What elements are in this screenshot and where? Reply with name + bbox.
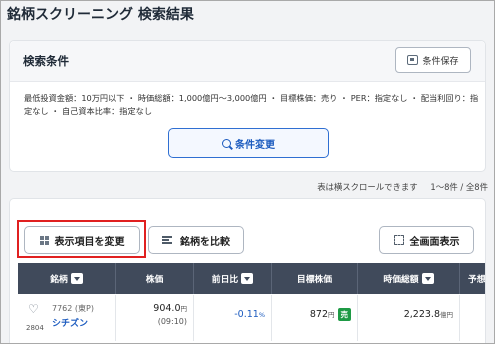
change-conditions-label: 条件変更 [235, 139, 275, 151]
stock-cell: ♡ 7762 (東P) シチズン 2804 [18, 295, 116, 341]
scroll-hint: 表は横スクロールできます [317, 182, 418, 192]
heart-icon[interactable]: ♡ [28, 302, 39, 316]
grid-icon [39, 235, 49, 245]
price-time: (09:10) [157, 317, 187, 326]
column-header-market-cap[interactable]: 時価総額 [358, 263, 460, 294]
table-row[interactable]: ♡ 7762 (東P) シチズン 2804 904.0円 (09:10) -0.… [18, 295, 485, 341]
compare-button[interactable]: 銘柄を比較 [148, 226, 244, 254]
conditions-title: 検索条件 [23, 54, 69, 68]
target-value: 872 [309, 309, 328, 320]
per-cell [460, 295, 485, 341]
column-header-target[interactable]: 目標株価 [272, 263, 358, 294]
target-cell: 872円売 [272, 295, 358, 341]
change-columns-label: 表示項目を変更 [54, 236, 125, 248]
search-icon [222, 138, 231, 148]
change-columns-button[interactable]: 表示項目を変更 [24, 226, 140, 254]
market-cap-cell: 2,223.8億円 [358, 295, 460, 341]
stock-name-link[interactable]: シチズン [52, 316, 88, 329]
column-header-stock[interactable]: 銘柄 [18, 263, 116, 294]
column-header-per[interactable]: 予想P [460, 263, 485, 294]
market-cap-value: 2,223.8 [403, 309, 440, 320]
table-header: 銘柄 株価 前日比 目標株価 時価総額 予想P [18, 263, 485, 294]
stock-code: 7762 (東P) [52, 304, 94, 313]
result-range: 1〜8件 / 全8件 [430, 182, 488, 192]
compare-icon [162, 235, 174, 245]
compare-label: 銘柄を比較 [180, 236, 230, 248]
sort-down-icon[interactable] [421, 273, 434, 284]
save-conditions-label: 条件保存 [422, 56, 459, 67]
results-card: 表示項目を変更 銘柄を比較 全画面表示 銘柄 株価 前日比 目標株価 時価総額 … [9, 198, 486, 343]
change-conditions-button[interactable]: 条件変更 [168, 128, 329, 158]
sort-down-icon[interactable] [241, 273, 254, 284]
scroll-note: 表は横スクロールできます 1〜8件 / 全8件 [307, 181, 488, 193]
change-cell: -0.11% [194, 295, 272, 341]
save-conditions-button[interactable]: 条件保存 [395, 47, 471, 73]
save-icon [407, 55, 419, 65]
price-value: 904.0 [153, 303, 181, 314]
conditions-header: 検索条件 条件保存 [10, 41, 485, 82]
page-title: 銘柄スクリーニング 検索結果 [7, 7, 194, 23]
price-cell: 904.0円 (09:10) [116, 295, 194, 341]
column-header-price[interactable]: 株価 [116, 263, 194, 294]
fullscreen-icon [393, 235, 404, 245]
conditions-card: 検索条件 条件保存 最低投資金額：10万円以下 ・ 時価総額：1,000億円〜3… [9, 40, 486, 172]
screen: 銘柄スクリーニング 検索結果 検索条件 条件保存 最低投資金額：10万円以下 ・… [0, 0, 495, 344]
sort-down-icon[interactable] [70, 273, 83, 284]
sell-badge: 売 [337, 308, 351, 321]
conditions-text: 最低投資金額：10万円以下 ・ 時価総額：1,000億円〜3,000億円 ・ 目… [24, 93, 479, 116]
industry-code: 2804 [26, 324, 44, 332]
column-header-change[interactable]: 前日比 [194, 263, 272, 294]
fullscreen-button[interactable]: 全画面表示 [379, 226, 474, 254]
fullscreen-label: 全画面表示 [409, 236, 460, 248]
change-value: -0.11 [234, 309, 259, 320]
